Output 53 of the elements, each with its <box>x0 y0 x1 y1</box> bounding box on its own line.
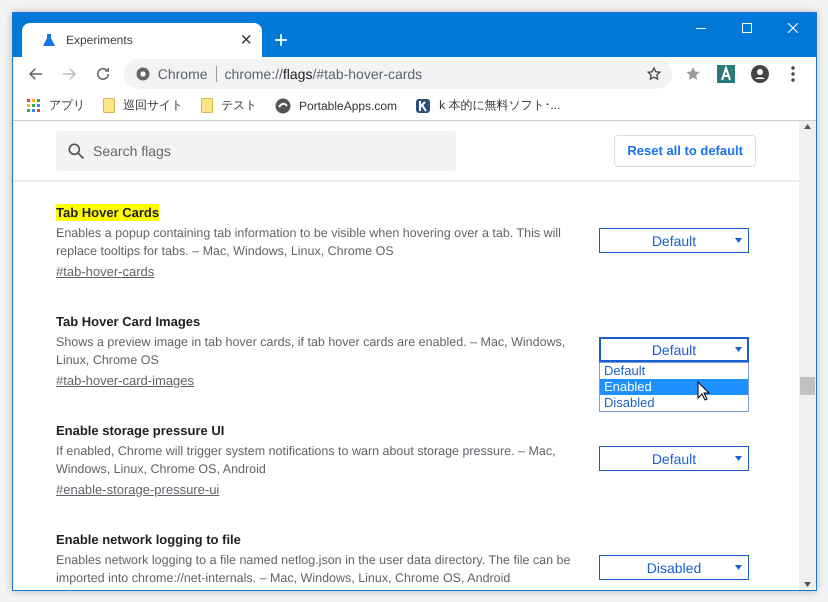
flag-description: Enables a popup containing tab information to be visible when hovering over a tab. This will replace tooltips for tabs. – Mac, Windows, Linux, Chrome OS <box>56 225 562 260</box>
browser-tab[interactable]: Experiments × <box>22 23 262 57</box>
bookmark-link[interactable]: PortableApps.com <box>299 98 398 112</box>
bookmark-link[interactable]: k 本的に無料ソフト･... <box>439 97 560 114</box>
close-icon <box>788 23 798 33</box>
flag-description: If enabled, Chrome will trigger system notifications to warn about storage pressure. – Mac, Windows, Linux, Chrome OS, Android <box>56 443 557 478</box>
scroll-up-icon <box>804 124 811 129</box>
apps-grid-icon <box>27 98 41 112</box>
address-bar[interactable]: Chrome chrome://flags/#tab-hover-cards <box>124 59 672 89</box>
flask-icon <box>42 33 56 47</box>
search-field[interactable]: Search flags <box>56 130 456 170</box>
site-label: Chrome <box>158 66 208 82</box>
dropdown-caret-icon <box>735 347 742 352</box>
dropdown-caret-icon <box>735 565 742 570</box>
globe-icon <box>275 98 291 114</box>
star-outline-icon <box>646 66 662 82</box>
k-logo-icon <box>415 98 432 114</box>
flag-description: Shows a preview image in tab hover cards, if tab hover cards are enabled. – Mac, Windows, Linux, Chrome OS <box>56 334 566 369</box>
flag-title: Enable storage pressure UI <box>56 422 224 439</box>
flag-description: Enables network logging to a file named netlog.json in the user data directory. The file can be imported into chrome://net-internals. – Mac, Windows, Linux, Chrome OS, Android <box>56 552 572 587</box>
mouse-pointer-icon <box>697 381 710 401</box>
flag-link[interactable]: #tab-hover-card-images <box>56 373 194 388</box>
folder-icon <box>201 98 213 113</box>
scroll-down-icon <box>804 582 811 587</box>
bookmark-link[interactable]: アプリ <box>49 97 85 114</box>
scrollbar[interactable] <box>799 121 816 590</box>
bookmark-link[interactable]: テスト <box>221 97 257 114</box>
reset-button[interactable]: Reset all to default <box>614 134 756 166</box>
menu-icon <box>791 66 796 82</box>
dropdown-caret-icon <box>735 456 742 461</box>
tab-close-button[interactable]: × <box>240 30 252 50</box>
new-tab-button[interactable]: + <box>274 29 288 53</box>
tab-title: Experiments <box>66 33 134 47</box>
extension-icon <box>717 65 736 83</box>
search-icon <box>66 140 86 160</box>
flag-link[interactable]: #enable-storage-pressure-ui <box>56 482 220 497</box>
flag-select[interactable]: Default <box>599 446 749 471</box>
flag-title: Enable network logging to file <box>56 531 241 548</box>
dropdown-option[interactable]: Enabled <box>600 379 748 395</box>
flag-select[interactable]: Default <box>599 228 749 253</box>
dropdown-caret-icon <box>735 238 742 243</box>
account-icon <box>750 65 769 83</box>
maximize-icon <box>742 23 752 33</box>
bookmark-link[interactable]: 巡回サイト <box>123 97 183 114</box>
chrome-logo-icon <box>136 67 150 81</box>
flag-link[interactable]: #tab-hover-cards <box>56 264 154 279</box>
flag-select[interactable]: Default <box>599 337 749 362</box>
url-text: chrome://flags/#tab-hover-cards <box>224 66 424 82</box>
flag-select[interactable]: Disabled <box>599 555 749 580</box>
flag-title: Tab Hover Cards <box>56 204 160 221</box>
folder-icon <box>103 98 115 113</box>
scrollbar-thumb[interactable] <box>800 377 815 395</box>
flag-title: Tab Hover Card Images <box>56 313 200 330</box>
